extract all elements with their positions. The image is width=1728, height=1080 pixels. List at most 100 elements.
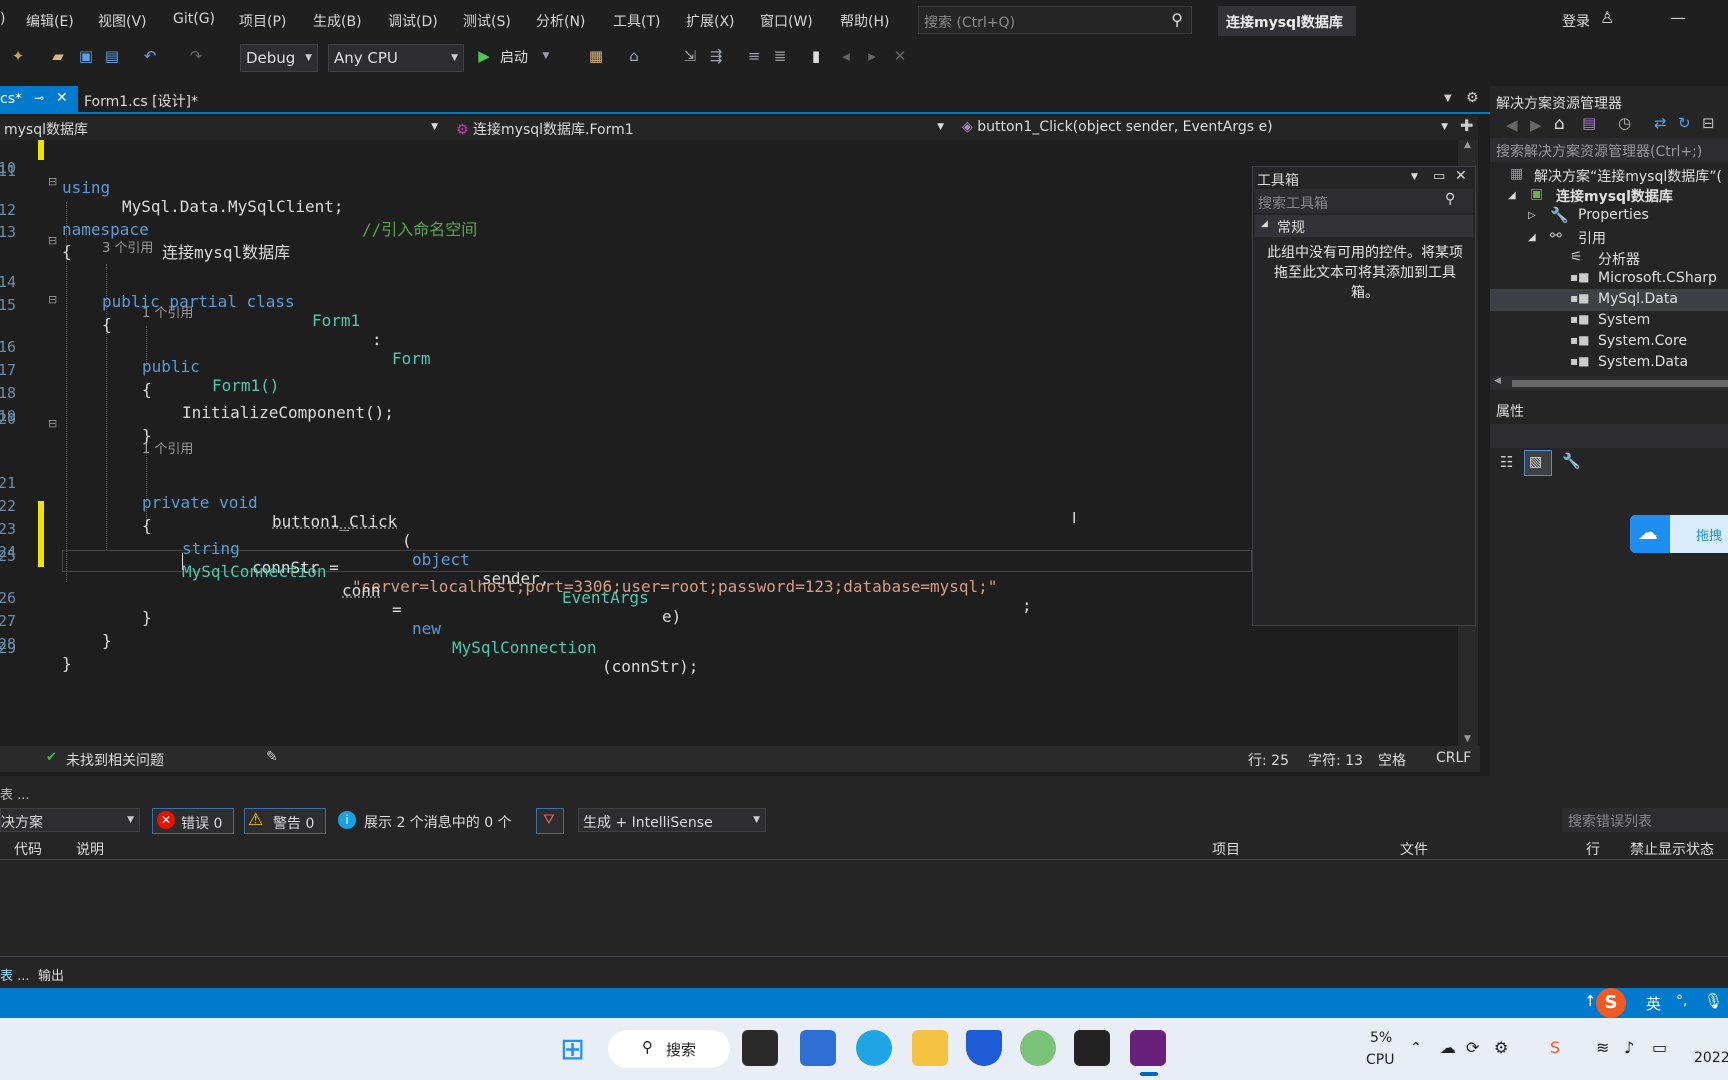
- expand-icon[interactable]: ◢: [1508, 190, 1516, 201]
- play-icon[interactable]: ▶: [474, 46, 494, 66]
- sogou-tray-icon[interactable]: S: [1550, 1038, 1560, 1057]
- expand-icon[interactable]: ▷: [1528, 210, 1536, 221]
- scroll-down-icon[interactable]: ▼: [1464, 734, 1471, 744]
- menu-view[interactable]: 视图(V): [98, 11, 147, 31]
- col-line[interactable]: 行: [1586, 839, 1600, 859]
- file-explorer-icon[interactable]: [912, 1030, 948, 1066]
- menu-edit[interactable]: 编辑(E): [26, 11, 74, 31]
- menu-analyze[interactable]: 分析(N): [536, 11, 585, 31]
- refresh-icon[interactable]: ↻: [1678, 114, 1691, 132]
- pin-icon[interactable]: ⊸: [34, 91, 44, 105]
- categorized-icon[interactable]: ☷: [1500, 453, 1513, 471]
- member-dropdown[interactable]: ◈ button1_Click(object sender, EventArgs…: [958, 116, 1454, 140]
- scroll-thumb[interactable]: [1512, 380, 1728, 387]
- col-project[interactable]: 项目: [1212, 839, 1240, 859]
- tab-designer[interactable]: Form1.cs [设计]*: [84, 91, 198, 111]
- edge-icon[interactable]: [856, 1030, 892, 1066]
- step-icon[interactable]: ⇲: [680, 46, 700, 66]
- chevron-up-icon[interactable]: ⌃: [1410, 1040, 1422, 1056]
- menu-help[interactable]: 帮助(H): [840, 11, 889, 31]
- close-icon[interactable]: ✕: [1455, 168, 1467, 184]
- open-folder-icon[interactable]: ▰: [48, 46, 68, 66]
- solution-search-input[interactable]: 搜索解决方案资源管理器(Ctrl+;): [1490, 138, 1728, 162]
- col-file[interactable]: 文件: [1400, 839, 1428, 859]
- battery-icon[interactable]: ▭: [1652, 1038, 1667, 1057]
- project-dropdown[interactable]: mysql数据库 ▼: [0, 116, 444, 140]
- expand-icon[interactable]: ◢: [1528, 232, 1536, 243]
- build-filter-dropdown[interactable]: 生成 + IntelliSense ▼: [578, 808, 766, 832]
- menu-build[interactable]: 生成(B): [313, 11, 362, 31]
- search-input[interactable]: 搜索 (Ctrl+Q) ⚲: [918, 6, 1192, 34]
- save-all-icon[interactable]: ▤: [102, 46, 122, 66]
- start-button[interactable]: 启动: [500, 47, 528, 67]
- tree-references[interactable]: 引用: [1578, 228, 1606, 248]
- bookmark-icon[interactable]: ▮: [806, 46, 826, 66]
- clock-year[interactable]: 2022: [1694, 1050, 1728, 1066]
- outdent-icon[interactable]: ≣: [770, 46, 790, 66]
- properties-object-selector[interactable]: [1490, 424, 1728, 448]
- app-icon[interactable]: [1020, 1030, 1056, 1066]
- history-icon[interactable]: ◷: [1618, 114, 1631, 132]
- account-icon[interactable]: ♙: [1600, 8, 1614, 27]
- indent-icon[interactable]: ≡: [744, 46, 764, 66]
- tree-analyzers[interactable]: 分析器: [1598, 249, 1640, 269]
- tree-ref-mysql[interactable]: MySql.Data: [1598, 291, 1678, 307]
- cloud-icon[interactable]: ☁: [1440, 1038, 1456, 1057]
- chevron-down-icon[interactable]: ▼: [536, 46, 556, 66]
- error-search-input[interactable]: 搜索错误列表: [1562, 808, 1728, 832]
- ime-language[interactable]: 英: [1646, 993, 1661, 1014]
- folder-icon[interactable]: ▦: [586, 46, 606, 66]
- visual-studio-icon[interactable]: [1130, 1030, 1166, 1066]
- cloud-drag-widget[interactable]: ☁ 拖拽: [1630, 515, 1728, 553]
- menu-window[interactable]: 窗口(W): [760, 11, 813, 31]
- wifi-icon[interactable]: ≋: [1596, 1038, 1609, 1057]
- network-app-icon[interactable]: ⚙: [1494, 1038, 1508, 1057]
- chevron-down-icon[interactable]: ▼: [1411, 172, 1418, 182]
- brush-icon[interactable]: ✎: [266, 749, 278, 765]
- warnings-filter-button[interactable]: ⚠ 警告 0: [244, 808, 326, 834]
- tree-ref-system-core[interactable]: System.Core: [1598, 333, 1687, 349]
- code-editor[interactable]: ⊟ ⊟ ⊟ ⊟ 10 using MySql.Data.MySqlClient;…: [0, 140, 1458, 746]
- tool-icon[interactable]: [1074, 1030, 1110, 1066]
- tree-solution[interactable]: 解决方案“连接mysql数据库”(: [1534, 166, 1722, 186]
- tree-ref-system[interactable]: System: [1598, 312, 1650, 328]
- home-icon[interactable]: ⌂: [624, 46, 644, 66]
- scroll-left-icon[interactable]: ◀: [1494, 376, 1501, 386]
- bookmark-next-icon[interactable]: ▸: [862, 46, 882, 66]
- toolbox-group[interactable]: ◢ 常规: [1255, 215, 1473, 237]
- menu-tools[interactable]: 工具(T): [613, 11, 660, 31]
- menu-debug[interactable]: 调试(D): [388, 11, 438, 31]
- split-icon[interactable]: ✚: [1460, 116, 1473, 135]
- login-link[interactable]: 登录: [1562, 11, 1590, 31]
- whitespace-indicator[interactable]: 空格: [1378, 750, 1406, 770]
- tree-project[interactable]: 连接mysql数据库: [1556, 186, 1673, 206]
- col-suppression[interactable]: 禁止显示状态: [1630, 839, 1714, 859]
- wrench-icon[interactable]: 🔧: [1562, 452, 1581, 470]
- tree-ref-system-data[interactable]: System.Data: [1598, 354, 1688, 370]
- platform-dropdown[interactable]: Any CPU ▼: [328, 44, 464, 72]
- sync-icon[interactable]: ⇄: [1654, 114, 1667, 132]
- windows-start-icon[interactable]: ⊞: [560, 1032, 585, 1067]
- info-icon[interactable]: i: [338, 811, 356, 829]
- filter-button[interactable]: ⛛: [536, 808, 564, 834]
- bookmark-clear-icon[interactable]: ✕: [890, 46, 910, 66]
- store-icon[interactable]: [800, 1030, 836, 1066]
- volume-icon[interactable]: ♪: [1624, 1038, 1634, 1057]
- new-project-icon[interactable]: ✦: [8, 46, 28, 66]
- col-description[interactable]: 说明: [76, 839, 104, 859]
- save-icon[interactable]: ▣: [76, 46, 96, 66]
- microphone-icon[interactable]: 🎙: [1704, 992, 1723, 1010]
- scope-dropdown[interactable]: 决方案 ▼: [0, 808, 140, 832]
- issues-status[interactable]: 未找到相关问题: [66, 750, 164, 770]
- task-view-icon[interactable]: [742, 1030, 778, 1066]
- toolbox-search-input[interactable]: 搜索工具箱 ⚲: [1255, 189, 1473, 213]
- bookmark-prev-icon[interactable]: ◂: [836, 46, 856, 66]
- punctuation-icon[interactable]: °,: [1676, 993, 1687, 1009]
- menu-project[interactable]: 项目(P): [239, 11, 286, 31]
- minimize-button[interactable]: —: [1670, 8, 1686, 27]
- forward-icon[interactable]: ▶: [1530, 116, 1542, 134]
- menu-test[interactable]: 测试(S): [463, 11, 511, 31]
- collapse-all-icon[interactable]: ⊟: [1702, 114, 1715, 132]
- alphabetical-button[interactable]: ▧: [1524, 450, 1552, 476]
- tab-error-list[interactable]: 表 ...: [0, 965, 30, 984]
